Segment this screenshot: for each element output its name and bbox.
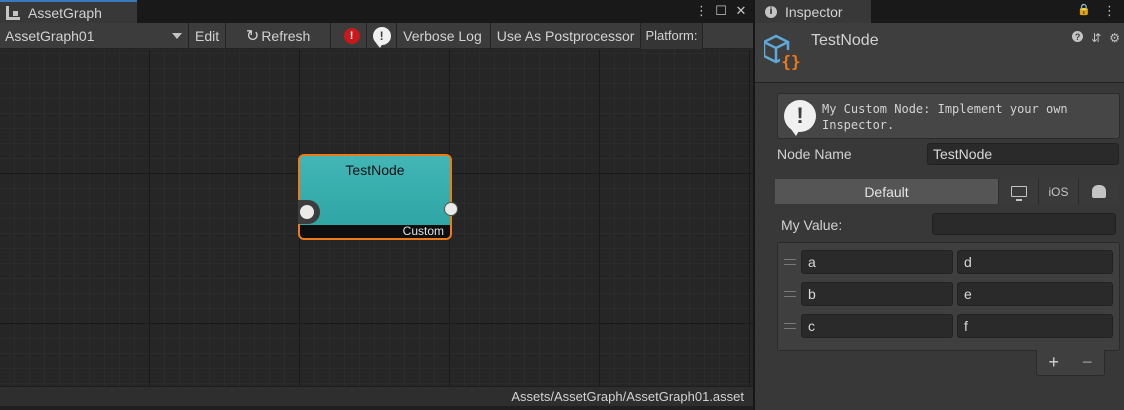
tab-inspector[interactable]: i Inspector [755, 0, 871, 23]
tab-ios[interactable]: iOS [1039, 179, 1079, 204]
add-item-button[interactable]: + [1048, 352, 1059, 373]
list-footer: + − [1036, 350, 1105, 376]
inspector-window: i Inspector 🔒 ⋮ {} TestNode ? ⇵ ⚙ ! My C… [755, 0, 1124, 410]
graph-selector-value: AssetGraph01 [5, 27, 95, 44]
inspector-window-controls: 🔒 ⋮ [1077, 3, 1116, 19]
graph-selector-dropdown[interactable]: AssetGraph01 [0, 22, 189, 49]
list-item: b e [778, 282, 1119, 306]
bottom-strip [0, 406, 753, 410]
inspector-tab-bar: i Inspector 🔒 ⋮ [755, 0, 1124, 23]
show-info-toggle[interactable]: ! [367, 22, 398, 49]
node-type-label: Custom [300, 225, 450, 238]
help-box: ! My Custom Node: Implement your own Ins… [777, 93, 1120, 139]
tab-default[interactable]: Default [775, 179, 999, 204]
test-node[interactable]: TestNode Custom [298, 154, 458, 240]
info-icon: i [765, 5, 777, 18]
custom-node-icon: {} [764, 34, 802, 71]
asset-graph-window: AssetGraph ⋮ ☐ ✕ AssetGraph01 Edit ↻ Ref… [0, 0, 753, 410]
inspector-header: {} TestNode ? ⇵ ⚙ [755, 23, 1124, 83]
help-icon[interactable]: ? [1072, 31, 1084, 42]
help-text: My Custom Node: Implement your own Inspe… [822, 102, 1068, 132]
info-bubble-icon: ! [784, 100, 816, 136]
list-cell-left[interactable]: a [801, 250, 953, 274]
list-cell-right[interactable]: f [957, 314, 1113, 338]
chevron-down-icon [172, 32, 182, 39]
list-cell-right[interactable]: d [957, 250, 1113, 274]
list-cell-left[interactable]: b [801, 282, 953, 306]
drag-handle-icon[interactable] [784, 323, 796, 329]
refresh-button[interactable]: ↻ Refresh [226, 22, 332, 49]
gear-icon[interactable]: ⚙ [1109, 31, 1120, 45]
use-as-postprocessor-button[interactable]: Use As Postprocessor [491, 22, 642, 49]
tab-standalone[interactable] [999, 179, 1039, 204]
refresh-icon: ↻ [245, 27, 260, 45]
preset-icon[interactable]: ⇵ [1091, 31, 1101, 45]
inspector-title: TestNode [811, 32, 879, 49]
node-name-label: Node Name [777, 146, 852, 162]
graph-icon [6, 5, 22, 20]
info-bubble-icon: ! [372, 26, 391, 48]
close-icon[interactable]: ✕ [735, 3, 747, 19]
tab-asset-graph-label: AssetGraph [28, 4, 102, 21]
verbose-log-button[interactable]: Verbose Log [397, 22, 491, 49]
refresh-label: Refresh [261, 27, 311, 44]
input-port[interactable] [298, 200, 320, 224]
drag-handle-icon[interactable] [784, 291, 796, 297]
more-options-icon[interactable]: ⋮ [1103, 3, 1116, 19]
graph-canvas[interactable]: TestNode Custom [0, 50, 753, 386]
drag-handle-icon[interactable] [784, 259, 796, 265]
graph-window-controls: ⋮ ☐ ✕ [695, 2, 747, 20]
error-icon: ! [343, 27, 360, 44]
show-errors-toggle[interactable]: ! [337, 22, 368, 49]
node-name-field[interactable]: TestNode [927, 143, 1119, 165]
monitor-icon [1010, 186, 1027, 201]
edit-button[interactable]: Edit [189, 22, 227, 49]
maximize-icon[interactable]: ☐ [715, 3, 727, 19]
graph-tab-bar: AssetGraph ⋮ ☐ ✕ [0, 0, 753, 23]
tab-android[interactable] [1079, 179, 1119, 204]
header-icons: ? ⇵ ⚙ [1072, 31, 1120, 45]
tab-asset-graph[interactable]: AssetGraph [0, 0, 137, 23]
list-cell-right[interactable]: e [957, 282, 1113, 306]
platform-tabs: Default iOS [775, 179, 1121, 204]
reorderable-list: a d b e c f [777, 242, 1120, 351]
tab-inspector-label: Inspector [785, 3, 843, 20]
remove-item-button[interactable]: − [1082, 352, 1093, 373]
lock-icon[interactable]: 🔒 [1077, 3, 1091, 19]
graph-toolbar: AssetGraph01 Edit ↻ Refresh ! ! Verbose … [0, 22, 753, 49]
node-title: TestNode [345, 162, 405, 178]
asset-path-status: Assets/AssetGraph/AssetGraph01.asset [0, 386, 753, 406]
list-item: a d [778, 250, 1119, 274]
list-cell-left[interactable]: c [801, 314, 953, 338]
list-item: c f [778, 314, 1119, 338]
android-icon [1092, 185, 1106, 198]
platform-dropdown[interactable]: Platform: [641, 22, 703, 49]
svg-text:{}: {} [781, 52, 800, 71]
my-value-field[interactable] [932, 213, 1116, 235]
output-port[interactable] [444, 202, 458, 216]
my-value-label: My Value: [781, 217, 843, 233]
editor-root: AssetGraph ⋮ ☐ ✕ AssetGraph01 Edit ↻ Ref… [0, 0, 1124, 410]
more-options-icon[interactable]: ⋮ [695, 3, 708, 19]
